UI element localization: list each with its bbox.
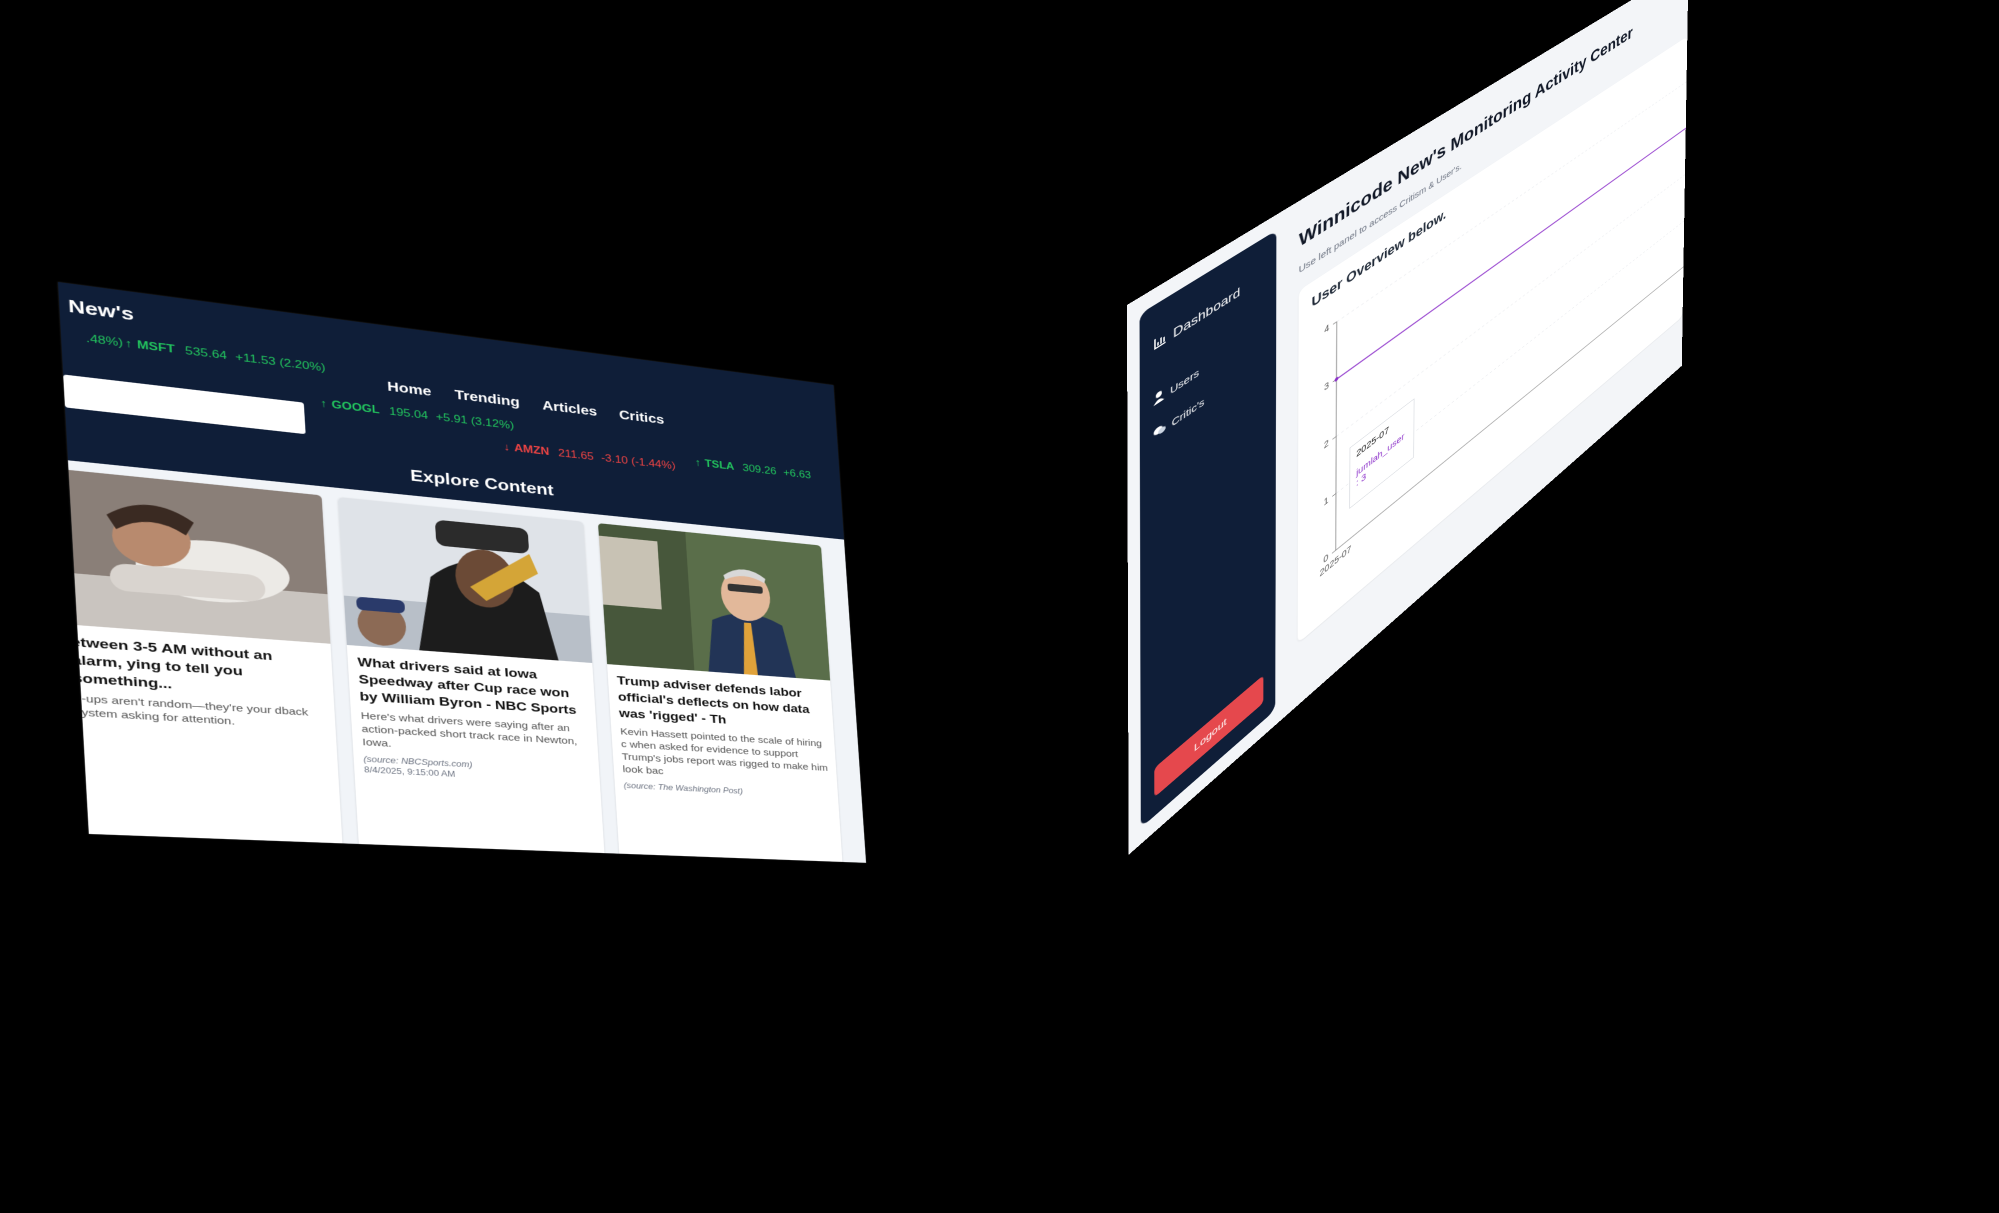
y-tick-label: 3 [1324, 381, 1329, 394]
chart-icon [1153, 330, 1167, 355]
logout-button[interactable]: Logout [1154, 675, 1264, 798]
y-tick-label: 1 [1324, 495, 1329, 508]
ticker-price [77, 332, 78, 344]
y-tick-label: 4 [1324, 323, 1329, 336]
news-site-screen: New's .48%) ↑ MSFT 535.64 +11.53 (2.20%) ↑ GOO… [58, 282, 867, 863]
ticker-change: +6.63 [783, 467, 812, 481]
comments-icon [1153, 421, 1166, 442]
y-tick-label: 2 [1324, 438, 1329, 451]
x-axis [1336, 267, 1684, 550]
ticker-symbol: MSFT [136, 339, 176, 356]
article-image-sleeping-person [58, 468, 331, 644]
y-tick [1332, 550, 1336, 553]
user-line-chart[interactable]: 012342025-07 [1298, 67, 1687, 619]
ticker-item: ↑ TSLA 309.26 +6.63 [695, 457, 812, 481]
sidebar-item-label: Dashboard [1173, 284, 1241, 342]
sidebar-item-label: Users [1170, 366, 1200, 397]
ticker-price: 211.65 [557, 447, 595, 463]
sidebar-item-dashboard[interactable]: Dashboard [1153, 284, 1240, 355]
menu-articles[interactable]: Articles [542, 399, 598, 420]
ticker-arrow [61, 330, 62, 342]
ticker-symbol [66, 331, 67, 343]
article-image-politician [598, 523, 831, 681]
sidebar-item-label: Critic's [1171, 395, 1205, 430]
user-icon [1153, 388, 1165, 409]
ticker-price: 195.04 [388, 406, 429, 422]
ticker-change: -3.10 (-1.44%) [600, 452, 676, 472]
ticker-change: +11.53 (2.20%) [234, 351, 326, 375]
article-card[interactable]: Trump adviser defends labor official's d… [598, 523, 844, 863]
menu-home[interactable]: Home [387, 380, 432, 400]
ticker-change: +5.91 (3.12%) [435, 411, 515, 432]
article-title[interactable]: etween 3-5 AM without an alarm, ying to … [70, 634, 325, 704]
ticker-item: ↑ MSFT 535.64 +11.53 (2.20%) [125, 338, 326, 375]
y-tick [1332, 494, 1336, 497]
menu-trending[interactable]: Trending [454, 388, 520, 411]
ticker-arrow: ↑ [124, 337, 133, 351]
ticker-arrow: ↓ [503, 441, 510, 454]
y-tick [1333, 322, 1337, 325]
article-card[interactable]: What drivers said at Iowa Speedway after… [337, 497, 605, 862]
ticker-item: .48%) [61, 330, 124, 350]
ticker-price: 309.26 [742, 462, 777, 478]
grid-line [1337, 82, 1687, 322]
menu-critics[interactable]: Critics [619, 408, 665, 428]
ticker-symbol: TSLA [704, 458, 735, 473]
sidebar: Dashboard Users Critic's Logout [1139, 230, 1277, 828]
news-brand[interactable]: New's [68, 295, 135, 325]
ticker-symbol: AMZN [513, 442, 550, 458]
ticker-arrow: ↑ [319, 397, 328, 410]
article-card[interactable]: etween 3-5 AM without an alarm, ying to … [58, 468, 343, 853]
article-title[interactable]: Trump adviser defends labor official's d… [616, 673, 826, 735]
ticker-price: 535.64 [184, 345, 228, 362]
scene: New's .48%) ↑ MSFT 535.64 +11.53 (2.20%) ↑ GOO… [0, 0, 1999, 1213]
stock-ticker: .48%) ↑ MSFT 535.64 +11.53 (2.20%) ↑ GOOGL 195.… [58, 282, 833, 481]
ticker-symbol: GOOGL [331, 399, 381, 417]
article-title[interactable]: What drivers said at Iowa Speedway after… [357, 654, 588, 720]
ticker-item: ↓ AMZN 211.65 -3.10 (-1.44%) [503, 442, 676, 473]
y-tick [1332, 437, 1336, 440]
dashboard-screen: Dashboard Users Critic's Logout Winnicod… [1127, 0, 1689, 855]
article-image-race-driver [337, 497, 593, 664]
article-desc: Kevin Hassett pointed to the scale of hi… [619, 726, 829, 777]
ticker-change: .48%) [85, 333, 124, 350]
ticker-arrow: ↑ [694, 457, 701, 469]
